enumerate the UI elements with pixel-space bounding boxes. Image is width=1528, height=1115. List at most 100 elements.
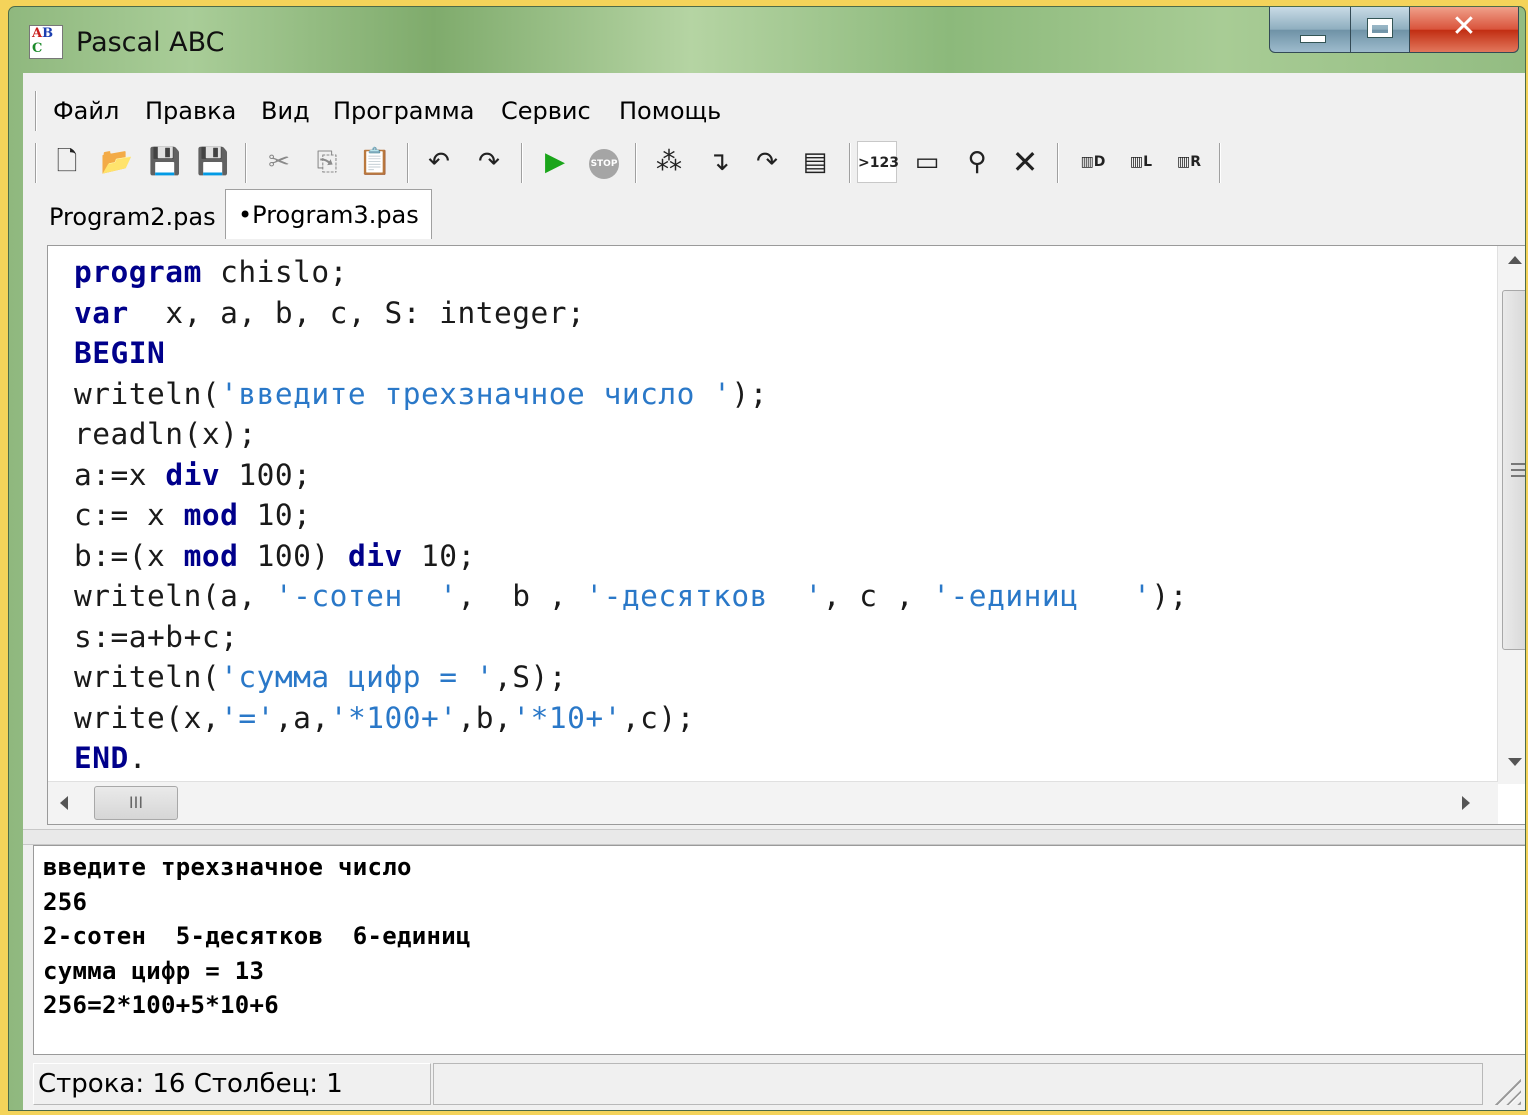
- code-line: BEGIN: [74, 333, 1188, 374]
- output-line: введите трехзначное число: [43, 853, 412, 881]
- output-line: 256=2*100+5*10+6: [43, 991, 279, 1019]
- code-string: 'сумма цифр = ': [220, 660, 495, 694]
- code-token: write(x,: [74, 700, 221, 735]
- menu-help[interactable]: Помощь: [619, 97, 721, 125]
- code-string: '-единиц ': [932, 579, 1152, 613]
- minimize-icon: [1300, 35, 1326, 43]
- menu-file[interactable]: Файл: [53, 97, 119, 125]
- status-bar: Строка: 16 Столбец: 1: [23, 1059, 1525, 1109]
- scroll-down-icon[interactable]: [1508, 758, 1522, 766]
- menu-edit[interactable]: Правка: [145, 97, 236, 125]
- save-icon[interactable]: 💾: [145, 141, 185, 183]
- undo-icon[interactable]: ↶: [419, 141, 459, 183]
- close-icon: ✕: [1451, 9, 1477, 44]
- panel-splitter[interactable]: [23, 829, 1525, 845]
- evaluate-icon[interactable]: ▤: [795, 141, 835, 183]
- code-keyword: END: [74, 741, 129, 775]
- run-icon[interactable]: ▶: [535, 141, 575, 183]
- code-line: a:=x div 100;: [74, 455, 1188, 496]
- code-token: s:=a+b+c;: [74, 619, 239, 654]
- step-over-icon[interactable]: ↷: [747, 141, 787, 183]
- dll-icon[interactable]: ▥D: [1073, 141, 1113, 183]
- redo-icon[interactable]: ↷: [469, 141, 509, 183]
- code-token: writeln(: [74, 660, 221, 694]
- reference-icon[interactable]: ▥R: [1169, 141, 1209, 183]
- horizontal-scroll-thumb[interactable]: III: [94, 786, 178, 820]
- resize-grip-icon[interactable]: [1493, 1077, 1521, 1105]
- code-token: b:=(x: [74, 538, 184, 573]
- menu-grip: [35, 91, 37, 131]
- pascal-abc-window: AB C Pascal ABC ✕ Файл Правка Вид Програм…: [8, 6, 1526, 1111]
- code-line: readln(x);: [74, 414, 1188, 455]
- code-token: writeln(a,: [74, 579, 275, 613]
- lib-icon[interactable]: ▥L: [1121, 141, 1161, 183]
- code-string: '*100+': [329, 700, 458, 735]
- code-token: readln(x);: [74, 417, 257, 451]
- output-line: сумма цифр = 13: [43, 956, 265, 985]
- code-token: , c ,: [822, 579, 933, 613]
- code-keyword: BEGIN: [74, 336, 166, 370]
- pascal-abc-icon: AB C: [29, 25, 63, 59]
- new-file-icon[interactable]: 🗋: [47, 141, 87, 183]
- code-keyword: div: [165, 457, 221, 492]
- toolbar: 🗋 📂 💾 💾 ✂ ⎘ 📋 ↶ ↷ ▶ STOP ⁂ ↴ ↷ ▤ >123 ▭ …: [23, 135, 1525, 191]
- copy-icon[interactable]: ⎘: [307, 141, 347, 183]
- code-line: program chislo;: [74, 252, 1188, 293]
- title-bar[interactable]: AB C Pascal ABC ✕: [9, 7, 1525, 73]
- code-keyword: var: [74, 295, 129, 330]
- client-area: Файл Правка Вид Программа Сервис Помощь …: [23, 73, 1525, 1110]
- code-line: var x, a, b, c, S: integer;: [74, 293, 1188, 334]
- step-into-icon[interactable]: ↴: [699, 141, 739, 183]
- scroll-right-icon[interactable]: [1462, 796, 1470, 810]
- toolbar-separator: [521, 143, 523, 183]
- scroll-up-icon[interactable]: [1508, 256, 1522, 264]
- menu-service[interactable]: Сервис: [501, 97, 591, 125]
- status-panel-empty: [433, 1063, 1483, 1105]
- code-token: 10;: [402, 538, 476, 573]
- vertical-scrollbar[interactable]: [1497, 246, 1525, 784]
- code-token: ,S);: [494, 660, 568, 694]
- close-window-button[interactable]: ✕: [1409, 7, 1519, 53]
- code-string: 'введите трехзначное число ': [220, 376, 732, 411]
- tab-bar: Program2.pas •Program3.pas: [23, 189, 1525, 243]
- scroll-left-icon[interactable]: [60, 796, 68, 810]
- code-token: .: [128, 741, 148, 775]
- output-panel[interactable]: введите трехзначное число 256 2-сотен 5-де…: [33, 845, 1525, 1055]
- tab-program3[interactable]: •Program3.pas: [225, 189, 432, 239]
- code-token: writeln(: [74, 376, 221, 411]
- code-token: 100): [238, 538, 348, 573]
- close-icon[interactable]: ✕: [1005, 141, 1045, 183]
- code-token: 10;: [238, 498, 312, 532]
- vertical-scroll-thumb[interactable]: [1502, 290, 1525, 650]
- output-line: 2-сотен 5-десятков 6-единиц: [43, 922, 471, 950]
- code-token: ,a,: [274, 700, 330, 735]
- code-line: writeln('сумма цифр = ',S);: [74, 657, 1188, 698]
- cut-icon[interactable]: ✂: [259, 141, 299, 183]
- stop-icon[interactable]: STOP: [589, 149, 619, 179]
- code-token: a:=x: [74, 457, 166, 492]
- find-icon[interactable]: ⚲: [957, 141, 997, 183]
- menu-view[interactable]: Вид: [261, 97, 310, 125]
- code-token: x, a, b, c, S: integer;: [128, 295, 586, 330]
- code-keyword: div: [347, 538, 403, 573]
- code-line: END.: [74, 738, 1188, 779]
- save-all-icon[interactable]: 💾: [193, 141, 233, 183]
- cursor-position: Строка: 16 Столбец: 1: [33, 1063, 431, 1105]
- open-folder-icon[interactable]: 📂: [97, 141, 137, 183]
- code-editor[interactable]: program chislo; var x, a, b, c, S: intege…: [47, 245, 1525, 825]
- paste-icon[interactable]: 📋: [355, 141, 395, 183]
- output-to-window-icon[interactable]: >123: [857, 141, 899, 183]
- window-icon[interactable]: ▭: [907, 141, 947, 183]
- add-watch-icon[interactable]: ⁂: [649, 141, 689, 183]
- menu-program[interactable]: Программа: [333, 97, 474, 125]
- maximize-button[interactable]: [1350, 7, 1410, 53]
- toolbar-separator: [245, 143, 247, 183]
- code-token: 100;: [220, 457, 312, 492]
- horizontal-scrollbar[interactable]: III: [48, 781, 1498, 824]
- code-text[interactable]: program chislo; var x, a, b, c, S: intege…: [74, 252, 1188, 779]
- toolbar-separator: [849, 143, 851, 183]
- window-title: Pascal ABC: [76, 27, 225, 58]
- minimize-button[interactable]: [1269, 7, 1351, 53]
- code-line: writeln('введите трехзначное число ');: [74, 374, 1188, 415]
- tab-program2[interactable]: Program2.pas: [37, 193, 228, 241]
